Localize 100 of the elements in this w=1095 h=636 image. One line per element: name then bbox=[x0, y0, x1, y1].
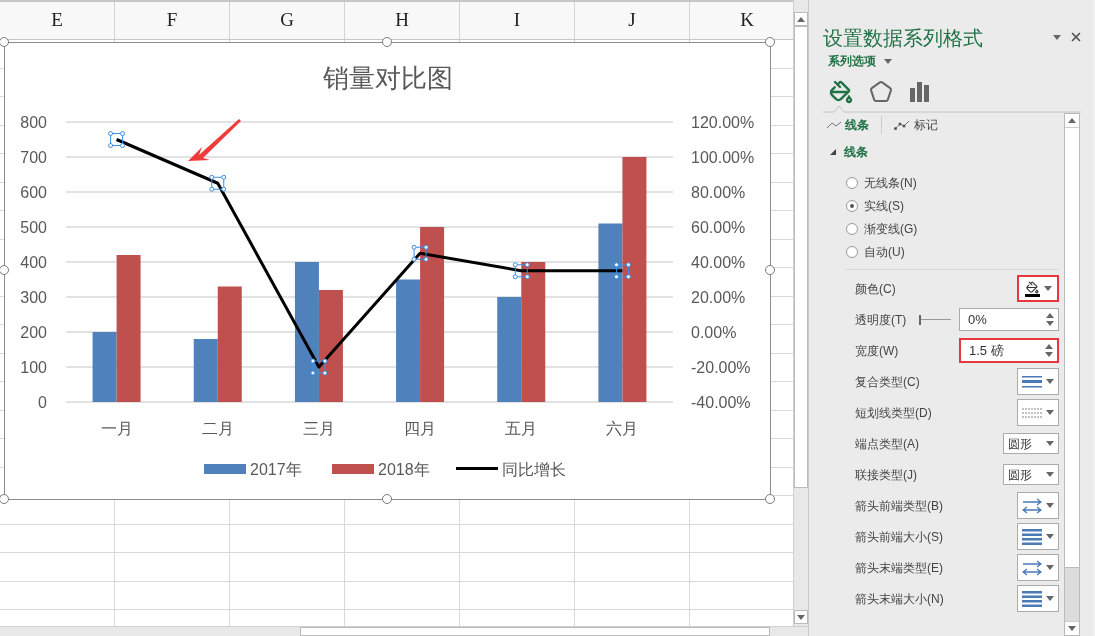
caret-icon bbox=[1046, 472, 1054, 477]
expand-triangle-icon bbox=[830, 149, 836, 155]
resize-handle[interactable] bbox=[0, 37, 9, 47]
column-header[interactable]: I bbox=[460, 2, 575, 39]
point-handle[interactable] bbox=[108, 131, 126, 148]
axis-label: 800 bbox=[20, 114, 47, 131]
radio-label: 无线条(N) bbox=[864, 174, 917, 192]
bar[interactable] bbox=[521, 262, 546, 402]
up-arrow-icon bbox=[797, 16, 805, 22]
up-arrow-icon bbox=[1045, 344, 1053, 349]
transparency-slider[interactable] bbox=[919, 314, 951, 325]
caret-icon bbox=[1068, 626, 1076, 631]
legend-swatch bbox=[204, 464, 246, 474]
axis-label: 100 bbox=[20, 359, 47, 376]
close-icon[interactable] bbox=[1069, 30, 1083, 44]
point-handle[interactable] bbox=[209, 174, 227, 192]
legend-swatch bbox=[332, 464, 374, 474]
axis-label: -20.00% bbox=[691, 359, 751, 376]
vertical-scrollbar[interactable] bbox=[793, 0, 808, 626]
panel-scrollbar[interactable] bbox=[1064, 113, 1080, 636]
property-label: 箭头前端大小(S) bbox=[855, 528, 943, 546]
style-dropdown-button[interactable] bbox=[1017, 554, 1059, 581]
caret-icon bbox=[884, 58, 892, 64]
axis-label: 500 bbox=[20, 219, 47, 236]
resize-handle[interactable] bbox=[765, 37, 775, 47]
axis-label: 300 bbox=[20, 289, 47, 306]
fill-tab-icon[interactable] bbox=[829, 80, 853, 104]
style-dropdown-button[interactable] bbox=[1017, 368, 1059, 395]
radio-button[interactable] bbox=[846, 222, 858, 235]
caret-icon bbox=[1046, 410, 1054, 415]
resize-handle[interactable] bbox=[382, 37, 392, 47]
paint-bucket-icon bbox=[1024, 280, 1040, 297]
point-handle[interactable] bbox=[613, 262, 631, 280]
caret-icon bbox=[1046, 321, 1054, 326]
dropdown-select[interactable]: 圆形 bbox=[1003, 464, 1059, 485]
category-label: 五月 bbox=[505, 420, 538, 437]
radio-button[interactable] bbox=[846, 176, 858, 189]
bar-chart-tab-icon[interactable] bbox=[909, 80, 931, 102]
axis-label: 120.00% bbox=[691, 114, 755, 131]
caret-icon bbox=[1046, 534, 1054, 539]
style-dropdown-button[interactable] bbox=[1017, 399, 1059, 426]
combo-chart[interactable]: 销量对比图 0 100 200 300 400 500 600 700 800 -40.00% -20.00% 0.00% 20.00% 40.00% 60.00% 80.00% 100.00% 120.00% 一月 二月 三月 四月 五月 六月 2017年 2018年 同比增长 bbox=[4, 42, 771, 500]
resize-handle[interactable] bbox=[765, 494, 775, 504]
caret-icon bbox=[1045, 352, 1053, 357]
property-label: 箭头末端类型(E) bbox=[855, 559, 943, 577]
category-label: 二月 bbox=[201, 420, 234, 437]
property-label: 颜色(C) bbox=[855, 280, 896, 298]
subtab[interactable]: 线条 bbox=[827, 116, 869, 134]
resize-handle[interactable] bbox=[0, 494, 9, 504]
radio-button[interactable] bbox=[846, 199, 858, 212]
chart-title: 销量对比图 bbox=[323, 63, 453, 93]
section-header[interactable]: 线条 bbox=[809, 137, 1064, 167]
double-arrows-icon bbox=[1022, 497, 1042, 514]
dash-lines-icon bbox=[1022, 407, 1042, 418]
color-picker-button[interactable] bbox=[1017, 275, 1059, 302]
dropdown-select[interactable]: 圆形 bbox=[1003, 433, 1059, 454]
property-label: 复合类型(C) bbox=[855, 373, 920, 391]
style-dropdown-button[interactable] bbox=[1017, 523, 1059, 550]
axis-label: 600 bbox=[20, 184, 47, 201]
category-label: 三月 bbox=[302, 420, 335, 437]
resize-handle[interactable] bbox=[765, 265, 775, 275]
legend-label: 2017年 bbox=[250, 461, 302, 478]
marker-line-icon bbox=[894, 120, 910, 130]
axis-label: 0.00% bbox=[691, 324, 737, 341]
stacked-lines-icon bbox=[1022, 590, 1042, 607]
point-handle[interactable] bbox=[512, 262, 530, 280]
column-header[interactable]: J bbox=[575, 2, 690, 39]
axis-label: 0 bbox=[38, 394, 47, 411]
bar[interactable] bbox=[294, 262, 319, 402]
resize-handle[interactable] bbox=[0, 265, 9, 275]
radio-button[interactable] bbox=[846, 245, 858, 258]
stacked-lines-icon bbox=[1022, 528, 1042, 545]
axis-label: 80.00% bbox=[691, 184, 746, 201]
caret-icon bbox=[1046, 503, 1054, 508]
subtab[interactable]: 标记 bbox=[881, 116, 938, 134]
column-header[interactable]: F bbox=[115, 2, 230, 39]
resize-handle[interactable] bbox=[382, 494, 392, 504]
bar[interactable] bbox=[420, 227, 445, 402]
horizontal-scrollbar[interactable] bbox=[0, 626, 808, 636]
series-options-dropdown[interactable]: 系列选项 bbox=[828, 52, 892, 70]
property-label: 短划线类型(D) bbox=[855, 404, 932, 422]
axis-label: 400 bbox=[20, 254, 47, 271]
axis-label: 700 bbox=[20, 149, 47, 166]
width-field[interactable]: 1.5 磅 bbox=[959, 338, 1059, 363]
point-handle[interactable] bbox=[411, 244, 429, 262]
pentagon-tab-icon[interactable] bbox=[869, 80, 893, 104]
up-arrow-icon bbox=[1046, 313, 1054, 318]
column-header[interactable]: G bbox=[230, 2, 345, 39]
panel-title: 设置数据系列格式 bbox=[823, 26, 983, 51]
transparency-field[interactable]: 0% bbox=[959, 308, 1059, 331]
style-dropdown-button[interactable] bbox=[1017, 585, 1059, 612]
axis-label: -40.00% bbox=[691, 394, 751, 411]
legend-label: 2018年 bbox=[378, 461, 430, 478]
axis-label: 40.00% bbox=[691, 254, 746, 271]
radio-label: 自动(U) bbox=[864, 243, 905, 261]
legend-label: 同比增长 bbox=[502, 461, 566, 478]
style-dropdown-button[interactable] bbox=[1017, 492, 1059, 519]
point-handle[interactable] bbox=[310, 358, 328, 376]
axis-label: 100.00% bbox=[691, 149, 755, 166]
growth-line[interactable] bbox=[116, 138, 623, 369]
